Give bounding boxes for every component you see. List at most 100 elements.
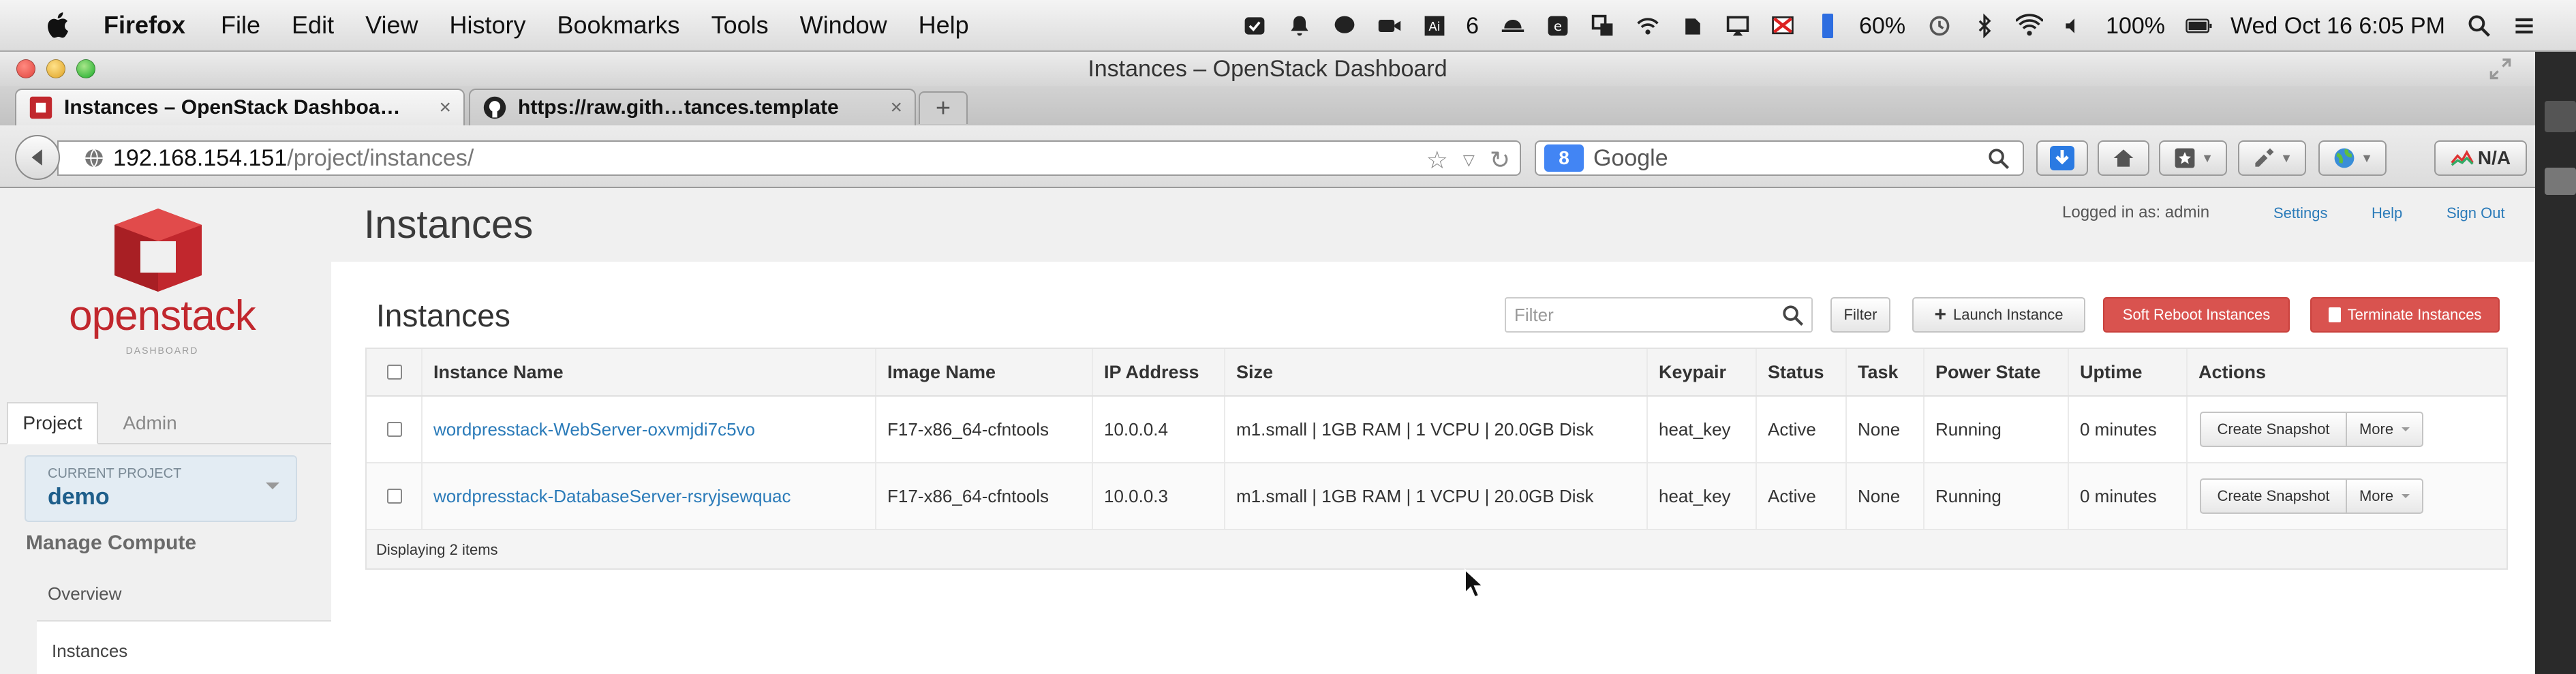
blocked-display-icon[interactable] bbox=[1769, 12, 1796, 40]
clock-text[interactable]: Wed Oct 16 6:05 PM bbox=[2230, 13, 2445, 40]
col-uptime[interactable]: Uptime bbox=[2080, 349, 2143, 395]
create-snapshot-button[interactable]: Create Snapshot bbox=[2200, 412, 2347, 447]
tab-close-icon[interactable]: × bbox=[890, 96, 902, 119]
ip-address: 10.0.0.4 bbox=[1104, 418, 1168, 440]
home-button[interactable] bbox=[2098, 140, 2149, 176]
e-icon[interactable]: e bbox=[1544, 12, 1571, 40]
url-host: 192.168.154.151 bbox=[113, 144, 288, 171]
filter-input[interactable]: Filter bbox=[1505, 297, 1813, 333]
chat-bubble-icon[interactable] bbox=[1331, 12, 1358, 40]
tab-admin[interactable]: Admin bbox=[102, 402, 198, 444]
sidebar-item-overview[interactable]: Overview bbox=[48, 583, 121, 604]
menu-window[interactable]: Window bbox=[800, 11, 887, 40]
menu-view[interactable]: View bbox=[365, 11, 418, 40]
col-status[interactable]: Status bbox=[1768, 349, 1824, 395]
volume-icon[interactable] bbox=[2061, 12, 2088, 40]
wifi-icon[interactable] bbox=[2016, 12, 2044, 40]
menu-app-firefox[interactable]: Firefox bbox=[104, 11, 185, 40]
tab-instances[interactable]: Instances – OpenStack Dashboa… × bbox=[15, 89, 465, 125]
terminate-instances-button[interactable]: Terminate Instances bbox=[2310, 297, 2500, 333]
wifi-alt-icon[interactable] bbox=[1634, 12, 1661, 40]
soft-reboot-button[interactable]: Soft Reboot Instances bbox=[2103, 297, 2290, 333]
menu-history[interactable]: History bbox=[449, 11, 525, 40]
stats-addon-button[interactable]: N/A bbox=[2434, 140, 2527, 176]
menu-bookmarks[interactable]: Bookmarks bbox=[557, 11, 680, 40]
downloads-button[interactable] bbox=[2036, 140, 2088, 176]
col-keypair[interactable]: Keypair bbox=[1659, 349, 1726, 395]
battery-icon[interactable] bbox=[2186, 12, 2213, 40]
desktop-icon[interactable] bbox=[2545, 168, 2576, 195]
new-tab-button[interactable]: + bbox=[919, 91, 968, 124]
menu-edit[interactable]: Edit bbox=[292, 11, 334, 40]
settings-link[interactable]: Settings bbox=[2273, 204, 2328, 222]
select-all-checkbox[interactable] bbox=[387, 349, 402, 395]
project-switcher[interactable]: CURRENT PROJECT demo bbox=[25, 455, 297, 522]
search-icon[interactable] bbox=[1781, 304, 1805, 327]
search-bar[interactable]: 8 Google bbox=[1535, 140, 2024, 176]
hat-icon[interactable] bbox=[1499, 12, 1527, 40]
bookmark-star-icon[interactable]: ☆ bbox=[1426, 146, 1448, 174]
col-ip-address[interactable]: IP Address bbox=[1104, 349, 1199, 395]
tools-button[interactable]: ▼ bbox=[2238, 140, 2306, 176]
more-label: More bbox=[2359, 420, 2394, 438]
row-checkbox[interactable] bbox=[387, 463, 402, 529]
tab-github-template[interactable]: https://raw.gith…tances.template × bbox=[469, 89, 916, 125]
history-dropdown-icon[interactable]: ▽ bbox=[1463, 151, 1475, 169]
address-bar[interactable]: 192.168.154.151/project/instances/ ☆ ▽ ↻ bbox=[57, 140, 1521, 176]
menu-file[interactable]: File bbox=[221, 11, 260, 40]
col-task[interactable]: Task bbox=[1858, 349, 1899, 395]
back-button[interactable] bbox=[15, 135, 60, 180]
dropdown-caret-icon: ▼ bbox=[2201, 151, 2213, 165]
row-checkbox[interactable] bbox=[387, 397, 402, 462]
video-camera-icon[interactable] bbox=[1376, 12, 1403, 40]
more-actions-button[interactable]: More bbox=[2347, 478, 2423, 514]
tab-project[interactable]: Project bbox=[7, 402, 98, 444]
window-titlebar[interactable]: Instances – OpenStack Dashboard bbox=[0, 52, 2535, 86]
col-size[interactable]: Size bbox=[1236, 349, 1273, 395]
battery-tall-icon[interactable] bbox=[1814, 12, 1841, 40]
bookmarks-menu-button[interactable]: ▼ bbox=[2159, 140, 2227, 176]
bluetooth-icon[interactable] bbox=[1971, 12, 1998, 40]
menu-help[interactable]: Help bbox=[919, 11, 969, 40]
launch-instance-button[interactable]: + Launch Instance bbox=[1912, 297, 2085, 333]
more-actions-button[interactable]: More bbox=[2347, 412, 2423, 447]
list-icon[interactable] bbox=[2511, 12, 2538, 40]
fullscreen-icon[interactable] bbox=[2489, 57, 2512, 80]
dropbox-icon[interactable] bbox=[1241, 12, 1268, 40]
apple-icon[interactable] bbox=[42, 9, 75, 42]
reload-icon[interactable]: ↻ bbox=[1490, 146, 1510, 174]
site-identity-icon[interactable] bbox=[83, 147, 105, 169]
sign-out-link[interactable]: Sign Out bbox=[2447, 204, 2505, 222]
time-machine-icon[interactable] bbox=[1926, 12, 1953, 40]
evernote-icon[interactable] bbox=[1679, 12, 1706, 40]
sidebar-item-instances[interactable]: Instances bbox=[37, 620, 331, 674]
bell-icon[interactable] bbox=[1286, 12, 1313, 40]
tab-close-icon[interactable]: × bbox=[439, 96, 451, 119]
globe-addon-button[interactable]: ▼ bbox=[2318, 140, 2387, 176]
windows-icon[interactable] bbox=[1589, 12, 1616, 40]
instance-name-link[interactable]: wordpresstack-WebServer-oxvmjdi7c5vo bbox=[433, 397, 755, 462]
airplay-icon[interactable] bbox=[1724, 12, 1751, 40]
instance-name-link[interactable]: wordpresstack-DatabaseServer-rsryjsewqua… bbox=[433, 463, 791, 529]
url-path: /project/instances/ bbox=[287, 144, 474, 171]
col-image-name[interactable]: Image Name bbox=[887, 349, 996, 395]
table-title: Instances bbox=[376, 298, 510, 333]
desktop-icon[interactable] bbox=[2545, 101, 2576, 132]
col-instance-name[interactable]: Instance Name bbox=[433, 349, 564, 395]
create-snapshot-button[interactable]: Create Snapshot bbox=[2200, 478, 2347, 514]
col-power-state[interactable]: Power State bbox=[1935, 349, 2041, 395]
close-window-button[interactable] bbox=[16, 59, 35, 78]
openstack-logo-icon[interactable] bbox=[110, 207, 206, 293]
filter-button[interactable]: Filter bbox=[1830, 297, 1890, 333]
tab-strip: Instances – OpenStack Dashboa… × https:/… bbox=[0, 86, 2535, 125]
help-link[interactable]: Help bbox=[2372, 204, 2402, 222]
status-area: Ai 6 e 60% 100% Wed Oct 16 6:05 PM bbox=[1241, 0, 2556, 52]
filter-placeholder: Filter bbox=[1514, 304, 1554, 325]
zoom-window-button[interactable] bbox=[76, 59, 95, 78]
minimize-window-button[interactable] bbox=[46, 59, 65, 78]
menu-tools[interactable]: Tools bbox=[711, 11, 769, 40]
search-engine-icon[interactable]: 8 bbox=[1544, 144, 1584, 172]
adobe-icon[interactable]: Ai bbox=[1421, 12, 1448, 40]
spotlight-icon[interactable] bbox=[2466, 12, 2493, 40]
search-icon[interactable] bbox=[1987, 147, 2010, 170]
